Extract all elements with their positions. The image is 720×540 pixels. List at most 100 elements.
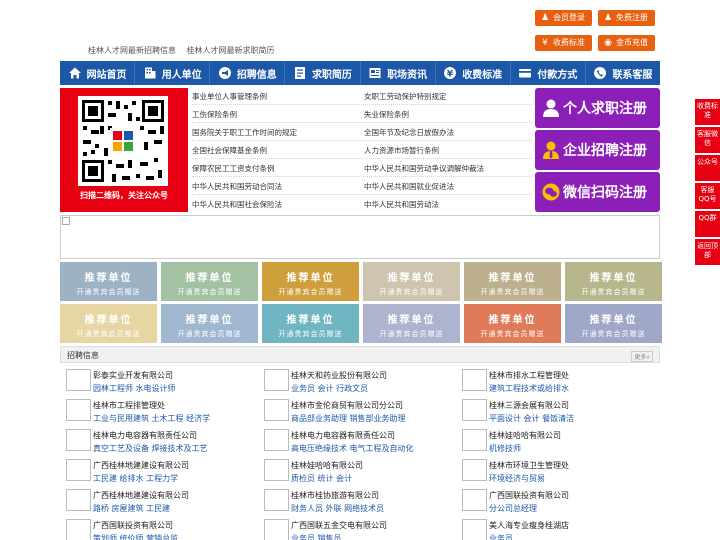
- job-listing[interactable]: 桂林市金伦商贸有限公司分公司 商品部业务助理 销售部业务助理: [264, 398, 454, 428]
- law-link[interactable]: 中华人民共和国就业促进法: [364, 181, 454, 192]
- float-qq-group[interactable]: QQ群: [695, 211, 720, 237]
- company-name[interactable]: 桂林电力电容器有限责任公司: [93, 430, 197, 441]
- fee-standard-button[interactable]: ¥ 收费标准: [535, 35, 592, 51]
- nav-resumes[interactable]: 求职简历: [285, 61, 361, 85]
- company-logo[interactable]: [462, 489, 487, 511]
- job-positions[interactable]: 质检员 统计 会计: [291, 473, 352, 484]
- job-positions[interactable]: 业务员 会计 行政文员: [291, 383, 368, 394]
- recommended-unit-tile[interactable]: 推荐单位 开通贵宾会员赠送: [60, 304, 157, 343]
- company-name[interactable]: 桂林娃哈哈有限公司: [291, 460, 363, 471]
- nav-payment[interactable]: 付款方式: [511, 61, 586, 85]
- free-register-button[interactable]: ♟ 免费注册: [598, 10, 655, 26]
- company-logo[interactable]: [66, 459, 91, 481]
- law-link[interactable]: 人力资源市场暂行条例: [364, 145, 439, 156]
- recommended-unit-tile[interactable]: 推荐单位 开通贵宾会员赠送: [464, 304, 561, 343]
- job-listing[interactable]: 桂林娃哈哈有限公司 质检员 统计 会计: [264, 458, 454, 488]
- recommended-unit-tile[interactable]: 推荐单位 开通贵宾会员赠送: [363, 262, 460, 301]
- company-logo[interactable]: [462, 459, 487, 481]
- recommended-unit-tile[interactable]: 推荐单位 开通贵宾会员赠送: [464, 262, 561, 301]
- company-logo[interactable]: [462, 519, 487, 540]
- job-listing[interactable]: 桂林娃哈哈有限公司 机修技师: [462, 428, 652, 458]
- company-logo[interactable]: [264, 369, 289, 391]
- float-service-wechat[interactable]: 客服微信: [695, 127, 720, 153]
- law-link[interactable]: 工伤保险条例: [192, 109, 237, 120]
- company-name[interactable]: 桂林市桂协旅游有限公司: [291, 490, 379, 501]
- job-positions[interactable]: 工民建 给排水 工程力学: [93, 473, 178, 484]
- law-link[interactable]: 失业保险条例: [364, 109, 409, 120]
- law-link[interactable]: 中华人民共和国劳动争议调解仲裁法: [364, 163, 484, 174]
- float-official-account[interactable]: 公众号: [695, 155, 720, 181]
- recommended-unit-tile[interactable]: 推荐单位 开通贵宾会员赠送: [161, 262, 258, 301]
- law-link[interactable]: 国务院关于职工工作时间的规定: [192, 127, 297, 138]
- job-positions[interactable]: 园林工程师 水电设计师: [93, 383, 176, 394]
- company-name[interactable]: 广西国联投资有限公司: [93, 520, 173, 531]
- job-listing[interactable]: 桂林市工程排管理处 工业与民用建筑 土木工程 经济学: [66, 398, 256, 428]
- job-positions[interactable]: 平面设计 会计 餐饭清洁: [489, 413, 574, 424]
- recommended-unit-tile[interactable]: 推荐单位 开通贵宾会员赠送: [565, 304, 662, 343]
- company-name[interactable]: 彰泰实业开发有限公司: [93, 370, 173, 381]
- company-name[interactable]: 桂林三源会展有限公司: [489, 400, 569, 411]
- company-logo[interactable]: [66, 489, 91, 511]
- company-name[interactable]: 桂林电力电容器有限责任公司: [291, 430, 395, 441]
- company-name[interactable]: 桂林市工程排管理处: [93, 400, 165, 411]
- job-listing[interactable]: 桂林三源会展有限公司 平面设计 会计 餐饭清洁: [462, 398, 652, 428]
- company-logo[interactable]: [264, 489, 289, 511]
- nav-home[interactable]: 网站首页: [60, 61, 136, 85]
- job-listing[interactable]: 桂林市桂协旅游有限公司 财务人员 外联 网络技术员: [264, 488, 454, 518]
- latest-resumes-link[interactable]: 桂林人才网最新求职简历: [187, 46, 275, 55]
- job-listing[interactable]: 桂林市环境卫生管理处 环境经济与贸易: [462, 458, 652, 488]
- nav-jobs[interactable]: 招聘信息: [210, 61, 286, 85]
- nav-news[interactable]: 职场资讯: [361, 61, 436, 85]
- job-positions[interactable]: 建筑工程技术或给排水: [489, 383, 569, 394]
- float-service-qq[interactable]: 客服QQ号: [695, 183, 720, 209]
- job-positions[interactable]: 财务人员 外联 网络技术员: [291, 503, 384, 514]
- company-logo[interactable]: [66, 369, 91, 391]
- job-positions[interactable]: 真空工艺及设备 焊接技术及工艺: [93, 443, 208, 454]
- job-listing[interactable]: 广西国联投资有限公司策划师 统价师 营销总监: [66, 518, 256, 540]
- latest-jobs-link[interactable]: 桂林人才网最新招聘信息: [88, 46, 176, 55]
- member-login-button[interactable]: ♟ 会员登录: [535, 10, 592, 26]
- company-logo[interactable]: [462, 399, 487, 421]
- job-listing[interactable]: 桂林电力电容器有限责任公司 真空工艺及设备 焊接技术及工艺: [66, 428, 256, 458]
- company-logo[interactable]: [264, 519, 289, 540]
- recommended-unit-tile[interactable]: 推荐单位 开通贵宾会员赠送: [363, 304, 460, 343]
- company-name[interactable]: 桂林娃哈哈有限公司: [489, 430, 561, 441]
- company-name[interactable]: 广西国联五金交电有限公司: [291, 520, 387, 531]
- gold-recharge-button[interactable]: ◉ 金币充值: [598, 35, 655, 51]
- company-name[interactable]: 桂林天和药业股份有限公司: [291, 370, 387, 381]
- law-link[interactable]: 保障农民工工资支付条例: [192, 163, 275, 174]
- job-positions[interactable]: 高电压绝缘技术 电气工程及自动化: [291, 443, 414, 454]
- company-name[interactable]: 美人海专业瘦身桂湖店: [489, 520, 569, 531]
- job-listing[interactable]: 桂林天和药业股份有限公司 业务员 会计 行政文员: [264, 368, 454, 398]
- job-listing[interactable]: 桂林电力电容器有限责任公司高电压绝缘技术 电气工程及自动化: [264, 428, 454, 458]
- company-name[interactable]: 桂林市金伦商贸有限公司分公司: [291, 400, 403, 411]
- float-fee-standard[interactable]: 收费标准: [695, 99, 720, 125]
- law-link[interactable]: 中华人民共和国劳动合同法: [192, 181, 282, 192]
- job-listing[interactable]: 桂林市排水工程管理处 建筑工程技术或给排水: [462, 368, 652, 398]
- company-name[interactable]: 桂林市排水工程管理处: [489, 370, 569, 381]
- more-link[interactable]: 更多»: [631, 351, 653, 362]
- personal-register-button[interactable]: 个人求职注册: [535, 88, 660, 128]
- company-logo[interactable]: [462, 369, 487, 391]
- job-positions[interactable]: 策划师 统价师 营销总监: [93, 533, 178, 540]
- nav-fees[interactable]: ¥ 收费标准: [436, 61, 511, 85]
- nav-employers[interactable]: 用人单位: [135, 61, 211, 85]
- company-name[interactable]: 广西国联投资有限公司: [489, 490, 569, 501]
- recommended-unit-tile[interactable]: 推荐单位 开通贵宾会员赠送: [161, 304, 258, 343]
- job-listing[interactable]: 彰泰实业开发有限公司 园林工程师 水电设计师: [66, 368, 256, 398]
- job-listing[interactable]: 广西国联五金交电有限公司业务员 销售员: [264, 518, 454, 540]
- company-name[interactable]: 桂林市环境卫生管理处: [489, 460, 569, 471]
- banner-ad[interactable]: [60, 215, 660, 259]
- job-listing[interactable]: 美人海专业瘦身桂湖店业务员: [462, 518, 652, 540]
- recommended-unit-tile[interactable]: 推荐单位 开通贵宾会员赠送: [262, 304, 359, 343]
- law-link[interactable]: 全国年节及纪念日放假办法: [364, 127, 454, 138]
- recommended-unit-tile[interactable]: 推荐单位 开通贵宾会员赠送: [60, 262, 157, 301]
- job-positions[interactable]: 业务员 销售员: [291, 533, 342, 540]
- company-logo[interactable]: [264, 399, 289, 421]
- company-logo[interactable]: [66, 399, 91, 421]
- law-link[interactable]: 事业单位人事管理条例: [192, 91, 267, 102]
- job-positions[interactable]: 业务员: [489, 533, 513, 540]
- job-positions[interactable]: 机修技师: [489, 443, 521, 454]
- job-listing[interactable]: 广西桂林地建建设有限公司 工民建 给排水 工程力学: [66, 458, 256, 488]
- float-back-to-top[interactable]: 返回顶部: [695, 239, 720, 265]
